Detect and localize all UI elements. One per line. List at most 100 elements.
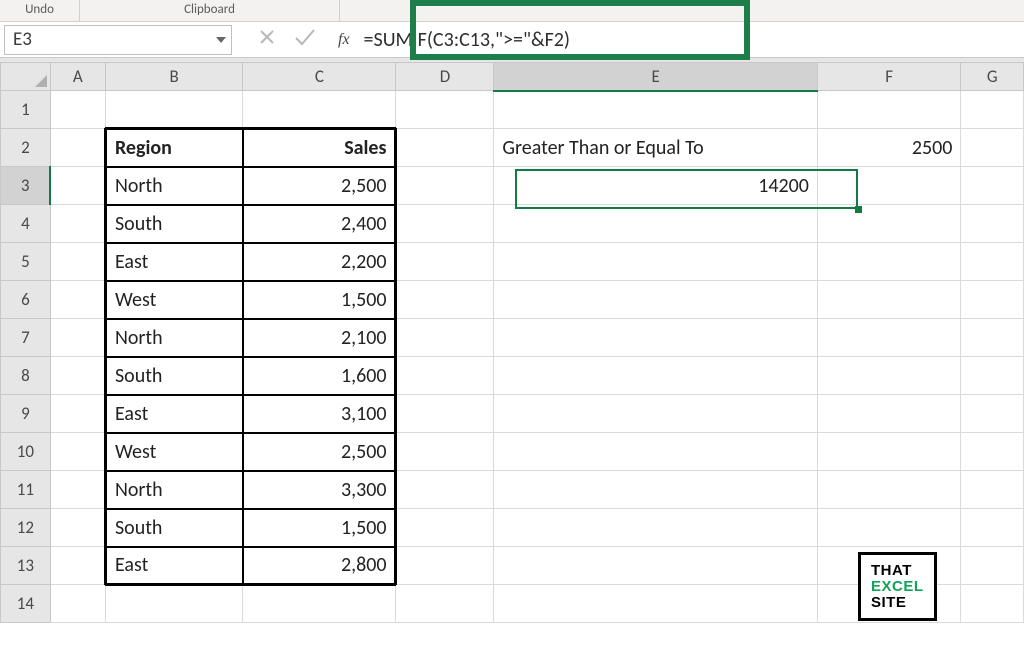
cell-G10[interactable]	[961, 433, 1024, 471]
cell-G5[interactable]	[961, 243, 1024, 281]
cell-F10[interactable]	[817, 433, 960, 471]
cell-E12[interactable]	[494, 509, 817, 547]
row-header-11[interactable]: 11	[1, 471, 51, 509]
select-all-corner[interactable]	[1, 63, 51, 91]
name-box-dropdown-icon[interactable]	[211, 33, 231, 46]
enter-icon[interactable]	[294, 28, 316, 51]
row-header-4[interactable]: 4	[1, 205, 51, 243]
cell-B10[interactable]: West	[105, 433, 242, 471]
cell-F5[interactable]	[817, 243, 960, 281]
cell-F12[interactable]	[817, 509, 960, 547]
cell-E8[interactable]	[494, 357, 817, 395]
cell-B11[interactable]: North	[105, 471, 242, 509]
cell-C14[interactable]	[243, 585, 396, 623]
cell-A6[interactable]	[50, 281, 105, 319]
row-header-10[interactable]: 10	[1, 433, 51, 471]
col-header-F[interactable]: F	[817, 63, 960, 91]
row-header-9[interactable]: 9	[1, 395, 51, 433]
cell-F3[interactable]	[817, 167, 960, 205]
cell-A4[interactable]	[50, 205, 105, 243]
cell-D8[interactable]	[396, 357, 494, 395]
spreadsheet-grid[interactable]: ABCDEFG12RegionSalesGreater Than or Equa…	[0, 62, 1024, 623]
cell-E14[interactable]	[494, 585, 817, 623]
cell-D12[interactable]	[396, 509, 494, 547]
cell-B7[interactable]: North	[105, 319, 242, 357]
cell-C9[interactable]: 3,100	[243, 395, 396, 433]
cell-G9[interactable]	[961, 395, 1024, 433]
cell-B13[interactable]: East	[105, 547, 242, 585]
cell-A14[interactable]	[50, 585, 105, 623]
selection-fill-handle[interactable]	[855, 206, 862, 213]
cell-G7[interactable]	[961, 319, 1024, 357]
cell-E6[interactable]	[494, 281, 817, 319]
cancel-icon[interactable]	[258, 28, 276, 51]
row-header-2[interactable]: 2	[1, 129, 51, 167]
cell-B4[interactable]: South	[105, 205, 242, 243]
cell-F8[interactable]	[817, 357, 960, 395]
cell-C5[interactable]: 2,200	[243, 243, 396, 281]
name-box[interactable]: E3	[4, 25, 232, 55]
cell-E4[interactable]	[494, 205, 817, 243]
cell-G12[interactable]	[961, 509, 1024, 547]
cell-D3[interactable]	[396, 167, 494, 205]
cell-F1[interactable]	[817, 91, 960, 129]
cell-D9[interactable]	[396, 395, 494, 433]
cell-E3[interactable]: 14200	[494, 167, 817, 205]
row-header-8[interactable]: 8	[1, 357, 51, 395]
cell-F11[interactable]	[817, 471, 960, 509]
cell-E1[interactable]	[494, 91, 817, 129]
cell-D14[interactable]	[396, 585, 494, 623]
cell-E7[interactable]	[494, 319, 817, 357]
cell-G8[interactable]	[961, 357, 1024, 395]
cell-E2[interactable]: Greater Than or Equal To	[494, 129, 817, 167]
cell-F4[interactable]	[817, 205, 960, 243]
cell-C12[interactable]: 1,500	[243, 509, 396, 547]
cell-A8[interactable]	[50, 357, 105, 395]
cell-A9[interactable]	[50, 395, 105, 433]
cell-G14[interactable]	[961, 585, 1024, 623]
cell-D7[interactable]	[396, 319, 494, 357]
cell-C7[interactable]: 2,100	[243, 319, 396, 357]
cell-G13[interactable]	[961, 547, 1024, 585]
col-header-D[interactable]: D	[396, 63, 494, 91]
cell-A3[interactable]	[50, 167, 105, 205]
cell-A1[interactable]	[50, 91, 105, 129]
cell-C1[interactable]	[243, 91, 396, 129]
cell-A5[interactable]	[50, 243, 105, 281]
row-header-14[interactable]: 14	[1, 585, 51, 623]
cell-B3[interactable]: North	[105, 167, 242, 205]
cell-B2[interactable]: Region	[105, 129, 242, 167]
cell-B12[interactable]: South	[105, 509, 242, 547]
cell-C11[interactable]: 3,300	[243, 471, 396, 509]
cell-G11[interactable]	[961, 471, 1024, 509]
cell-G3[interactable]	[961, 167, 1024, 205]
cell-F2[interactable]: 2500	[817, 129, 960, 167]
col-header-E[interactable]: E	[494, 63, 817, 91]
cell-A7[interactable]	[50, 319, 105, 357]
cell-G1[interactable]	[961, 91, 1024, 129]
row-header-5[interactable]: 5	[1, 243, 51, 281]
cell-C2[interactable]: Sales	[243, 129, 396, 167]
cell-D6[interactable]	[396, 281, 494, 319]
formula-input[interactable]: =SUMIF(C3:C13,">="&F2)	[360, 24, 1024, 56]
cell-D2[interactable]	[396, 129, 494, 167]
row-header-7[interactable]: 7	[1, 319, 51, 357]
cell-E11[interactable]	[494, 471, 817, 509]
cell-B8[interactable]: South	[105, 357, 242, 395]
cell-E5[interactable]	[494, 243, 817, 281]
row-header-13[interactable]: 13	[1, 547, 51, 585]
cell-C4[interactable]: 2,400	[243, 205, 396, 243]
cell-A2[interactable]	[50, 129, 105, 167]
col-header-B[interactable]: B	[105, 63, 242, 91]
cell-F7[interactable]	[817, 319, 960, 357]
row-header-6[interactable]: 6	[1, 281, 51, 319]
cell-G6[interactable]	[961, 281, 1024, 319]
row-header-1[interactable]: 1	[1, 91, 51, 129]
cell-C3[interactable]: 2,500	[243, 167, 396, 205]
cell-C8[interactable]: 1,600	[243, 357, 396, 395]
cell-F9[interactable]	[817, 395, 960, 433]
cell-F6[interactable]	[817, 281, 960, 319]
cell-E9[interactable]	[494, 395, 817, 433]
cell-A13[interactable]	[50, 547, 105, 585]
cell-E10[interactable]	[494, 433, 817, 471]
